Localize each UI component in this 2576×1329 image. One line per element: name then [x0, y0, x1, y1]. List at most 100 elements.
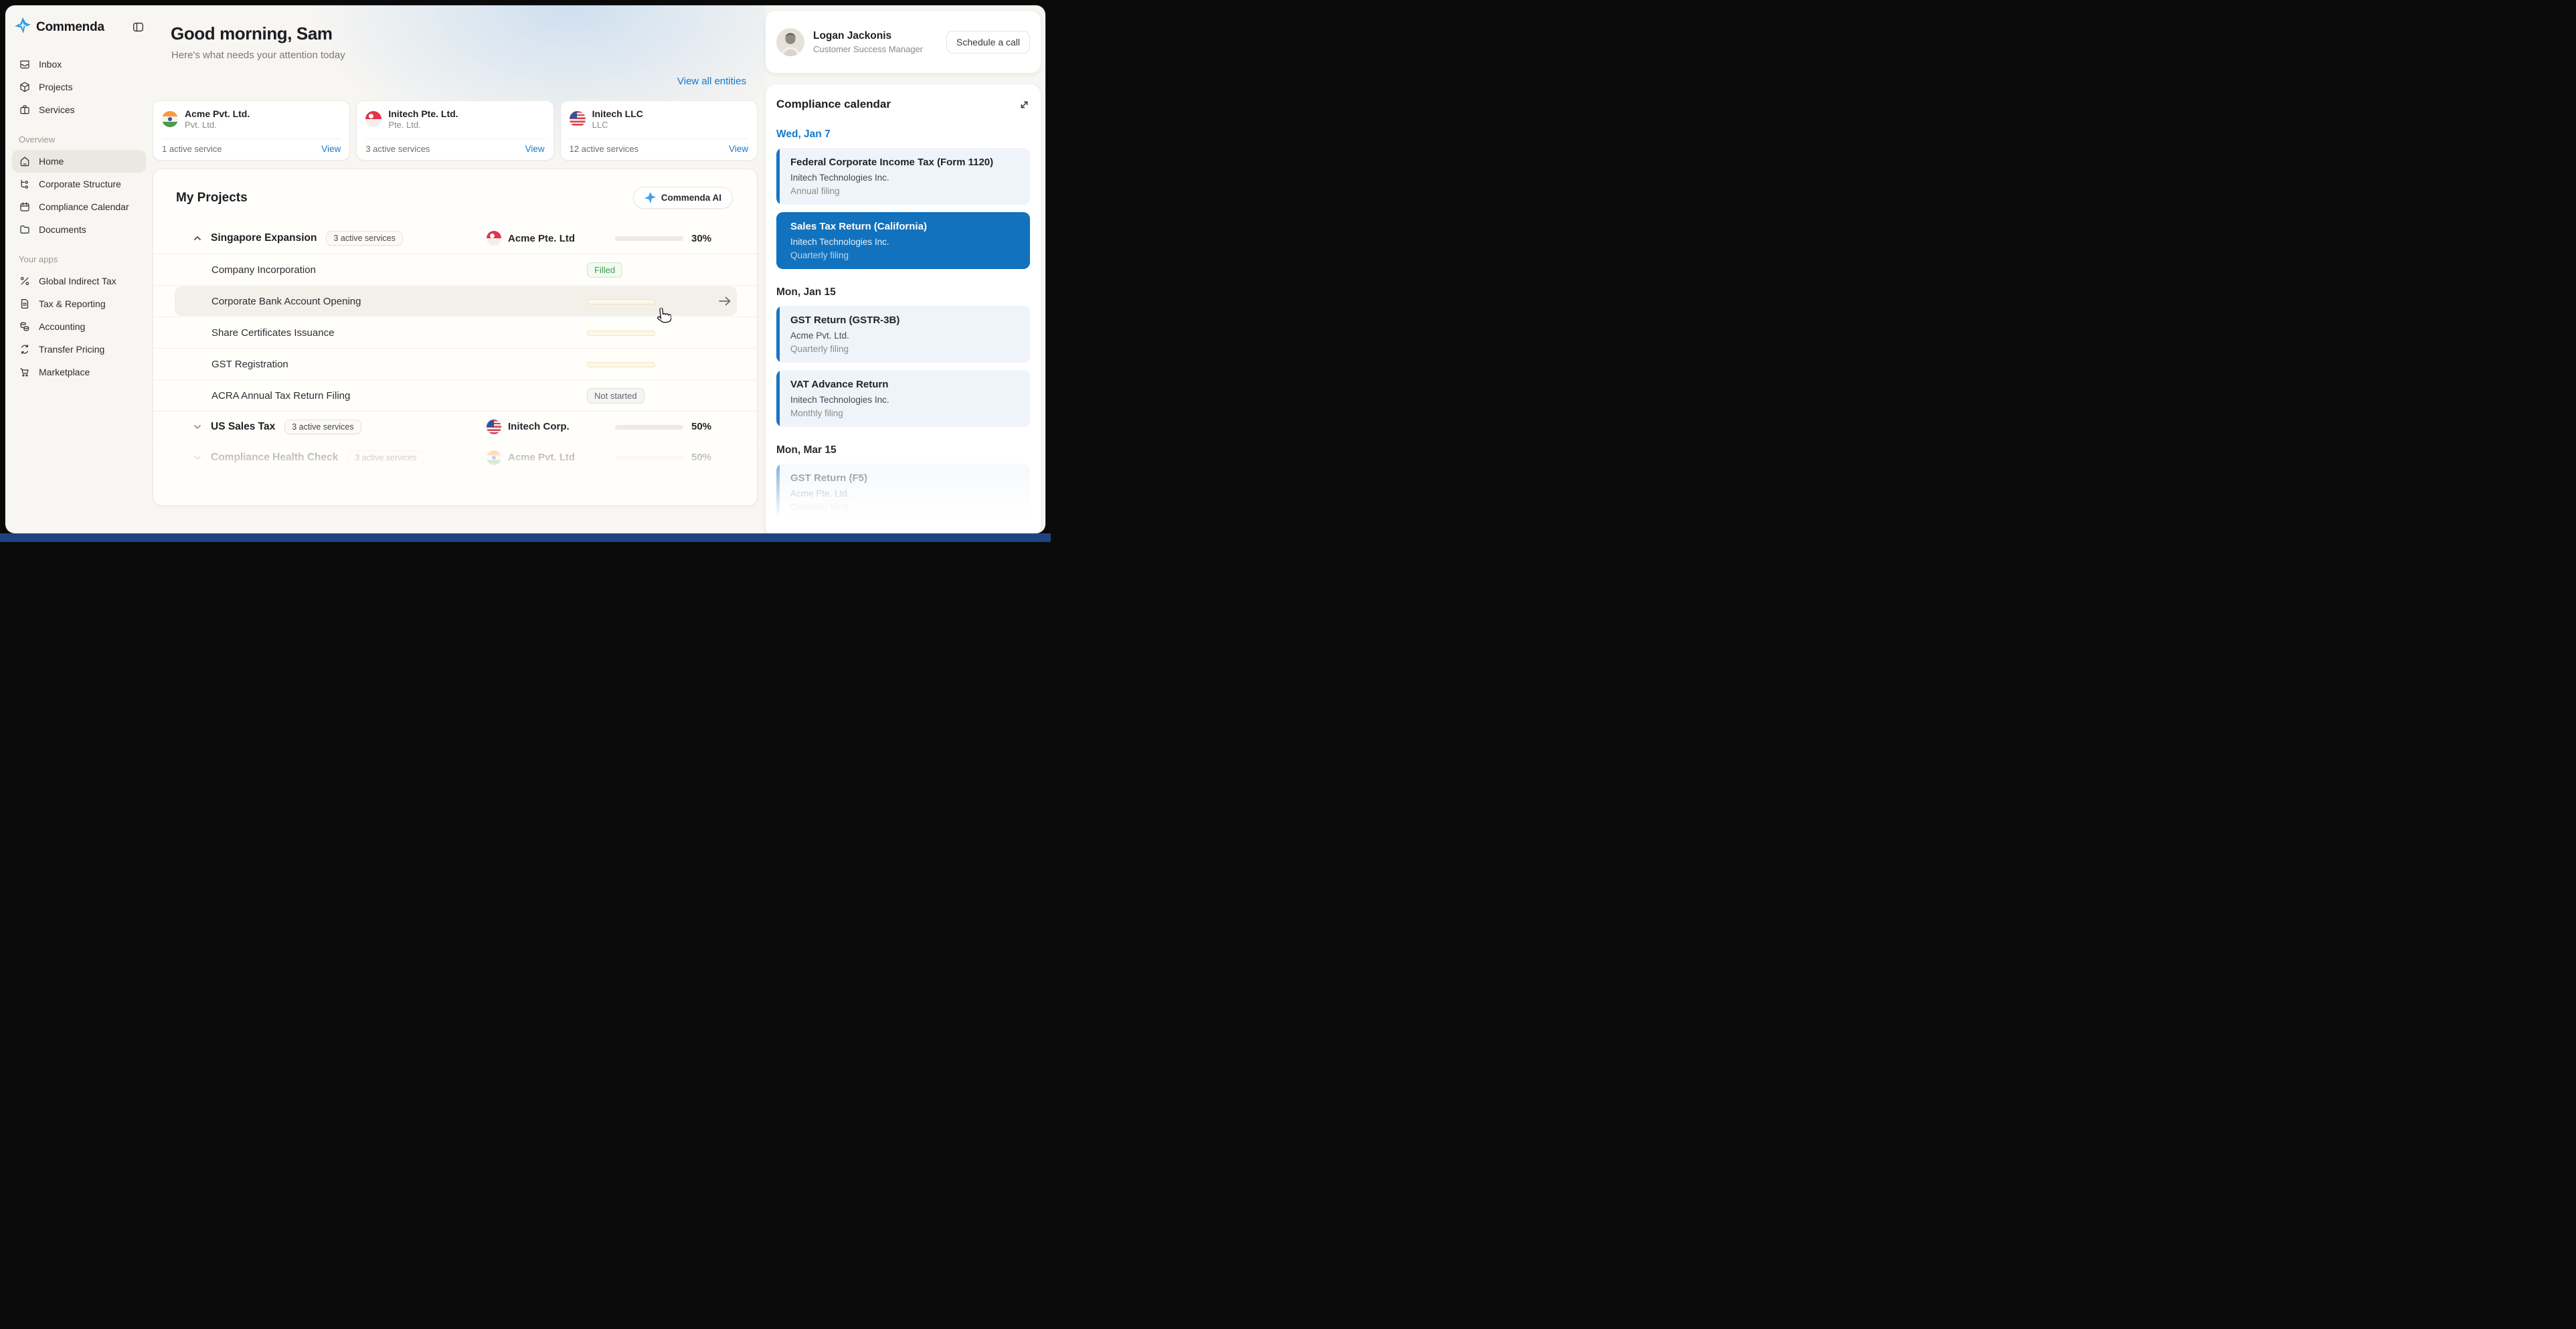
brand-name: Commenda	[36, 19, 104, 34]
sidebar-item-services[interactable]: Services	[12, 98, 146, 121]
sidebar-item-label: Compliance Calendar	[39, 201, 129, 212]
sidebar-item-label: Tax & Reporting	[39, 298, 106, 309]
sidebar: Commenda Inbox Projects Services Overvie…	[5, 5, 153, 533]
sidebar-item-transfer-pricing[interactable]: Transfer Pricing	[12, 338, 146, 361]
sidebar-item-tax-reporting[interactable]: Tax & Reporting	[12, 292, 146, 315]
event-title: VAT Advance Return	[790, 379, 889, 390]
event-title: GST Return (GSTR-3B)	[790, 315, 900, 326]
entity-services-count: 3 active services	[365, 144, 430, 154]
transfer-pricing-icon	[21, 344, 28, 355]
commenda-logo-icon	[15, 17, 31, 37]
compliance-calendar-icon	[20, 202, 29, 211]
entity-card-initech-pte: Initech Pte. Ltd. Pte. Ltd. 3 active ser…	[356, 100, 554, 161]
chevron-down-icon	[194, 455, 201, 460]
calendar-event-gst-return-f5[interactable]: GST Return (F5) Acme Pte. Ltd. Quarterly…	[776, 464, 1030, 521]
chevron-up-icon	[194, 236, 201, 240]
project-group-singapore-expansion[interactable]: Singapore Expansion 3 active services Ac…	[153, 223, 757, 254]
desktop-bottom-strip	[0, 533, 1051, 542]
sidebar-item-accounting[interactable]: Accounting	[12, 315, 146, 338]
sidebar-item-label: Global Indirect Tax	[39, 276, 116, 286]
sidebar-item-corporate-structure[interactable]: Corporate Structure	[12, 173, 146, 195]
event-entity: Initech Technologies Inc.	[790, 173, 889, 183]
status-badge: In progress	[587, 299, 655, 304]
view-all-entities-link[interactable]: View all entities	[677, 76, 746, 87]
sidebar-item-documents[interactable]: Documents	[12, 218, 146, 241]
task-name: Share Certificates Issuance	[211, 327, 335, 339]
calendar-event-gst-return-gstr-3b[interactable]: GST Return (GSTR-3B) Acme Pvt. Ltd. Quar…	[776, 306, 1030, 363]
sidebar-item-global-indirect-tax[interactable]: Global Indirect Tax	[12, 270, 146, 292]
event-cadence: Annual filing	[790, 186, 840, 196]
schedule-call-button[interactable]: Schedule a call	[946, 30, 1030, 54]
entity-type: LLC	[592, 120, 608, 130]
task-name: GST Registration	[211, 358, 288, 370]
progress-percent: 30%	[691, 232, 712, 244]
entity-type: Pte. Ltd.	[388, 120, 421, 130]
project-group-name: Singapore Expansion	[211, 232, 317, 244]
sidebar-item-projects[interactable]: Projects	[12, 76, 146, 98]
sidebar-item-label: Services	[39, 104, 75, 115]
page-title: Good morning, Sam	[171, 23, 333, 43]
sidebar-item-label: Marketplace	[39, 367, 90, 377]
inbox-icon	[20, 60, 29, 69]
status-badge: Not started	[587, 387, 645, 404]
entity-name: Initech LLC	[592, 108, 643, 119]
commenda-ai-button[interactable]: Commenda AI	[632, 187, 733, 209]
entity-type: Pvt. Ltd.	[185, 120, 217, 130]
task-row-acra-annual-tax-return-filing[interactable]: ACRA Annual Tax Return Filing Not starte…	[153, 379, 757, 411]
event-accent-bar	[776, 306, 780, 363]
event-entity: Acme Pte. Ltd.	[790, 489, 850, 499]
sidebar-item-label: Transfer Pricing	[39, 344, 105, 355]
entity-view-link[interactable]: View	[729, 144, 748, 154]
sidebar-section-overview: Overview	[19, 135, 56, 145]
home-icon	[20, 157, 29, 167]
main-content: Good morning, Sam Here's what needs your…	[153, 5, 766, 533]
calendar-event-sales-tax-return-california[interactable]: Sales Tax Return (California) Initech Te…	[776, 212, 1030, 269]
event-entity: Initech Technologies Inc.	[790, 237, 889, 247]
expand-icon[interactable]	[1018, 98, 1030, 110]
right-rail: Logan Jackonis Customer Success Manager …	[759, 5, 1045, 533]
sidebar-item-inbox[interactable]: Inbox	[12, 53, 146, 76]
event-accent-bar	[776, 212, 780, 269]
compliance-calendar-card: Compliance calendar Wed, Jan 7 Federal C…	[765, 84, 1041, 533]
csm-name: Logan Jackonis	[813, 29, 892, 41]
app-window: Commenda Inbox Projects Services Overvie…	[5, 5, 1045, 533]
corporate-structure-icon	[21, 179, 28, 189]
compliance-calendar-title: Compliance calendar	[776, 98, 891, 110]
entity-view-link[interactable]: View	[321, 144, 341, 154]
event-accent-bar	[776, 370, 780, 427]
services-icon	[20, 105, 29, 114]
event-entity: Initech Technologies Inc.	[790, 395, 889, 405]
projects-icon	[20, 82, 29, 92]
chevron-down-icon	[194, 424, 201, 429]
sidebar-item-marketplace[interactable]: Marketplace	[12, 361, 146, 383]
sidebar-item-home[interactable]: Home	[12, 150, 146, 173]
sidebar-item-compliance-calendar[interactable]: Compliance Calendar	[12, 195, 146, 218]
calendar-event-federal-corporate-income-tax[interactable]: Federal Corporate Income Tax (Form 1120)…	[776, 148, 1030, 205]
task-row-gst-registration[interactable]: GST Registration In progress	[153, 348, 757, 379]
calendar-event-vat-advance-return[interactable]: VAT Advance Return Initech Technologies …	[776, 370, 1030, 427]
entity-services-count: 1 active service	[162, 144, 222, 154]
progress-bar	[615, 236, 683, 241]
pointer-cursor	[655, 307, 672, 329]
entity-view-link[interactable]: View	[525, 144, 545, 154]
calendar-date: Wed, Jan 7	[776, 128, 831, 140]
sidebar-collapse-icon[interactable]	[131, 21, 145, 34]
csm-card: Logan Jackonis Customer Success Manager …	[765, 10, 1041, 74]
india-flag-icon	[162, 111, 178, 127]
project-group-compliance-health-check[interactable]: Compliance Health Check 3 active service…	[153, 442, 757, 472]
task-name: Company Incorporation	[211, 264, 316, 276]
screenshot-stage: Commenda Inbox Projects Services Overvie…	[0, 0, 1051, 542]
sidebar-item-label: Documents	[39, 224, 86, 235]
event-title: GST Return (F5)	[790, 472, 867, 484]
project-group-name: US Sales Tax	[211, 420, 276, 432]
project-group-us-sales-tax[interactable]: US Sales Tax 3 active services Initech C…	[153, 411, 757, 442]
calendar-date: Mon, Jan 15	[776, 286, 836, 298]
projects-table: Singapore Expansion 3 active services Ac…	[153, 223, 757, 472]
global-indirect-tax-icon	[20, 276, 29, 286]
task-row-company-incorporation[interactable]: Company Incorporation Filled	[153, 254, 757, 285]
project-entity-name: Initech Corp.	[508, 421, 570, 432]
event-cadence: Quarterly filing	[790, 502, 849, 512]
singapore-flag-icon	[487, 231, 501, 246]
ai-button-label: Commenda AI	[661, 193, 721, 203]
progress-percent: 50%	[691, 452, 712, 463]
